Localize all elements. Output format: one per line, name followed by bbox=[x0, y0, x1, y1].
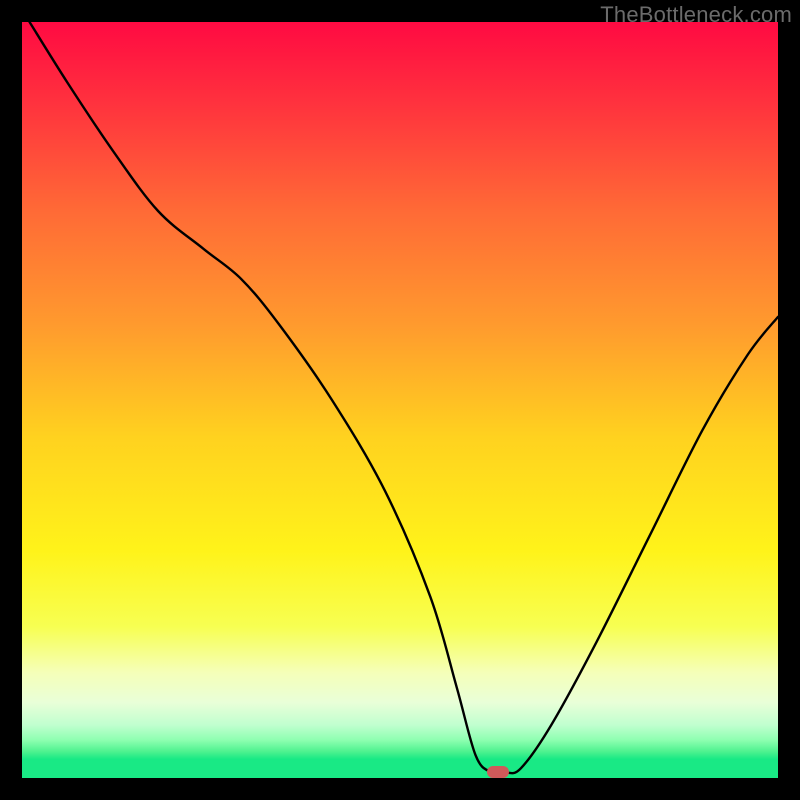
plot-area bbox=[22, 22, 778, 778]
bottleneck-marker bbox=[487, 766, 509, 778]
bottleneck-curve bbox=[22, 22, 778, 778]
watermark-label: TheBottleneck.com bbox=[600, 2, 792, 28]
chart-frame bbox=[22, 22, 778, 778]
